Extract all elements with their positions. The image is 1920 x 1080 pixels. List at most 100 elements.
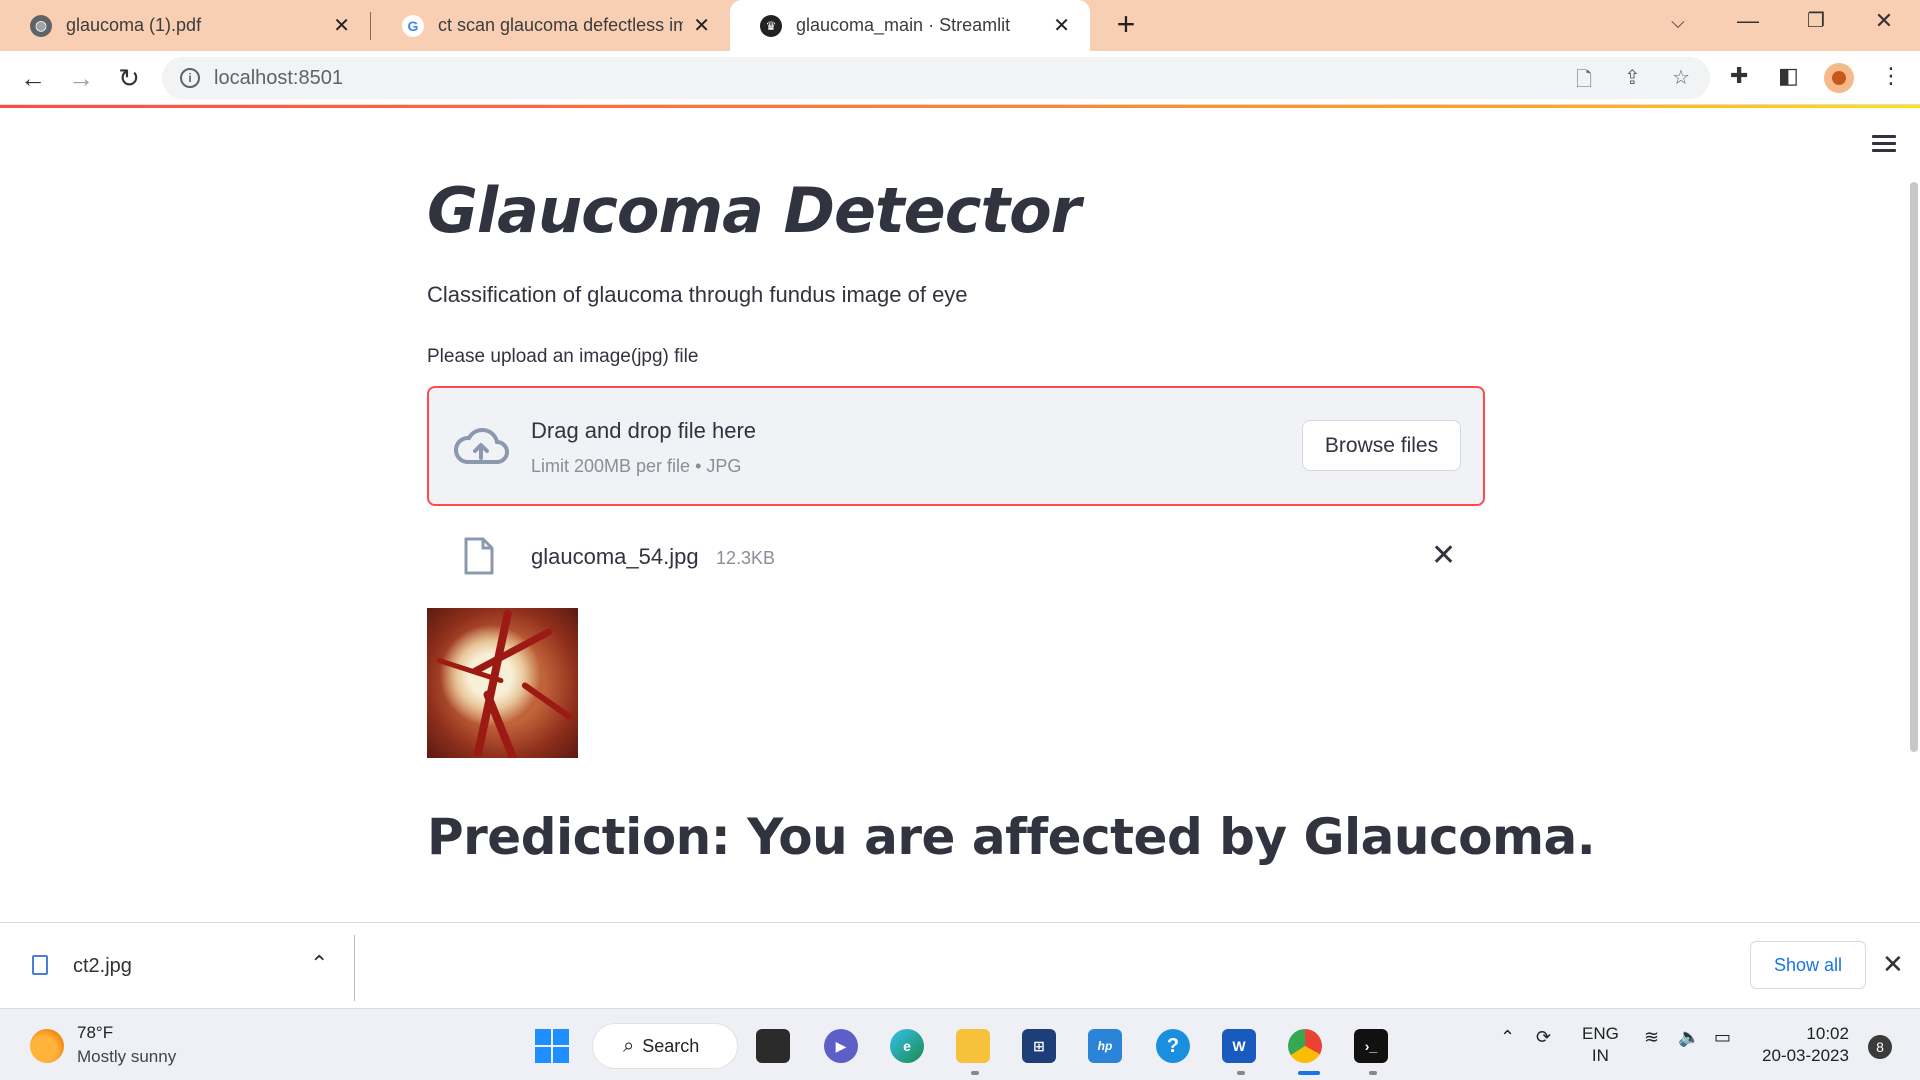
google-icon: G — [402, 14, 424, 37]
close-shelf-icon[interactable]: ✕ — [1882, 949, 1904, 980]
forward-arrow-icon[interactable]: → — [64, 61, 98, 95]
shelf-divider — [354, 935, 355, 1001]
browser-toolbar: ← → ↻ i localhost:8501 🗋 ⇪ ☆ ✚ ◧ ⋮ — [0, 51, 1920, 105]
running-indicator — [971, 1071, 979, 1075]
tab-glaucoma-pdf[interactable]: ◍ glaucoma (1).pdf ✕ — [0, 0, 370, 51]
tab-strip: ◍ glaucoma (1).pdf ✕ G ct scan glaucoma … — [0, 0, 1920, 51]
streamlit-top-decoration — [0, 105, 1920, 108]
microsoft-store-icon[interactable]: ⊞ — [1022, 1029, 1056, 1063]
wifi-icon[interactable]: ≋ — [1644, 1027, 1659, 1048]
close-window-icon[interactable]: ✕ — [1864, 8, 1904, 34]
file-explorer-icon[interactable] — [956, 1029, 990, 1063]
tab-search-chevron-icon[interactable]: ⌵ — [1658, 12, 1698, 33]
download-shelf: ct2.jpg ⌃ Show all ✕ — [0, 922, 1920, 1008]
notification-badge[interactable]: 8 — [1868, 1035, 1892, 1059]
myhp-icon[interactable]: hp — [1088, 1029, 1122, 1063]
streamlit-icon: ♛ — [760, 14, 782, 37]
remove-file-icon[interactable]: ✕ — [1431, 538, 1456, 573]
file-dropzone[interactable]: Drag and drop file here Limit 200MB per … — [427, 386, 1485, 506]
tab-google-search[interactable]: G ct scan glaucoma defectless imag ✕ — [372, 0, 730, 51]
search-icon: ⌕ — [623, 1034, 635, 1057]
close-tab-icon[interactable]: ✕ — [693, 13, 710, 38]
show-all-button[interactable]: Show all — [1750, 941, 1866, 989]
windows-start-icon[interactable] — [535, 1029, 569, 1063]
address-bar[interactable]: i localhost:8501 🗋 ⇪ ☆ — [162, 57, 1710, 99]
windows-taskbar: 78°F Mostly sunny ⌕ Search ▶ e ⊞ hp ? W … — [0, 1008, 1920, 1080]
running-indicator — [1369, 1071, 1377, 1075]
close-tab-icon[interactable]: ✕ — [333, 13, 350, 38]
minimize-icon[interactable]: — — [1728, 8, 1768, 34]
url-text: localhost:8501 — [214, 66, 343, 89]
chevron-up-icon[interactable]: ⌃ — [310, 951, 328, 977]
word-icon[interactable]: W — [1222, 1029, 1256, 1063]
page-title: Glaucoma Detector — [427, 174, 1081, 247]
dropzone-limit: Limit 200MB per file • JPG — [531, 456, 742, 476]
menu-line — [1872, 135, 1896, 138]
page-subtitle: Classification of glaucoma through fundu… — [427, 282, 968, 307]
bookmark-star-icon[interactable]: ☆ — [1672, 65, 1690, 90]
restore-icon[interactable]: ❐ — [1796, 8, 1836, 33]
search-label: Search — [642, 1035, 700, 1056]
new-tab-button[interactable]: + — [1106, 6, 1146, 43]
logo-pane — [553, 1029, 569, 1045]
file-icon — [464, 537, 494, 575]
logo-pane — [535, 1029, 551, 1045]
weather-condition[interactable]: Mostly sunny — [77, 1047, 176, 1067]
side-panel-icon[interactable]: ◧ — [1778, 63, 1799, 89]
profile-avatar[interactable] — [1824, 63, 1854, 93]
clock-time: 10:02 — [1806, 1024, 1849, 1043]
sync-icon[interactable]: ⟳ — [1536, 1027, 1551, 1048]
download-item-name[interactable]: ct2.jpg — [73, 955, 132, 978]
dropzone-instructions: Drag and drop file here — [531, 418, 757, 443]
site-info-icon[interactable]: i — [180, 68, 200, 88]
tab-streamlit[interactable]: ♛ glaucoma_main · Streamlit ✕ — [730, 0, 1090, 51]
uploaded-file-row: glaucoma_54.jpg 12.3KB ✕ — [427, 526, 1485, 586]
running-indicator — [1237, 1071, 1245, 1075]
volume-icon[interactable]: 🔈 — [1678, 1027, 1700, 1048]
back-arrow-icon[interactable]: ← — [16, 61, 50, 95]
weather-temperature[interactable]: 78°F — [77, 1023, 113, 1043]
menu-line — [1872, 149, 1896, 152]
share-icon[interactable]: ⇪ — [1624, 65, 1641, 90]
get-help-icon[interactable]: ? — [1156, 1029, 1190, 1063]
region-code: IN — [1591, 1046, 1609, 1065]
globe-icon: ◍ — [30, 14, 52, 37]
terminal-icon[interactable]: ›_ — [1354, 1029, 1388, 1063]
teams-chat-icon[interactable]: ▶ — [824, 1029, 858, 1063]
uploaded-file-name: glaucoma_54.jpg — [531, 544, 699, 569]
close-tab-icon[interactable]: ✕ — [1053, 13, 1070, 38]
weather-sun-icon[interactable] — [30, 1029, 64, 1063]
tab-title: glaucoma_main · Streamlit — [796, 15, 1011, 35]
extensions-puzzle-icon[interactable]: ✚ — [1730, 63, 1748, 89]
system-clock[interactable]: 10:02 20-03-2023 — [1762, 1023, 1849, 1067]
vessel — [470, 627, 554, 676]
task-view-icon[interactable] — [756, 1029, 790, 1063]
page-icon[interactable]: 🗋 — [1576, 65, 1592, 99]
avatar-head — [1832, 71, 1846, 85]
active-indicator — [1298, 1071, 1320, 1075]
cloud-upload-icon — [454, 427, 509, 464]
tab-title: ct scan glaucoma defectless imag — [438, 15, 684, 35]
reload-icon[interactable]: ↻ — [112, 61, 146, 95]
show-hidden-icons-chevron-icon[interactable]: ⌃ — [1500, 1027, 1515, 1048]
language-code: ENG — [1582, 1024, 1619, 1043]
vessel — [520, 681, 574, 721]
uploader-label: Please upload an image(jpg) file — [427, 346, 699, 367]
edge-browser-icon[interactable]: e — [890, 1029, 924, 1063]
input-language[interactable]: ENG IN — [1582, 1023, 1619, 1067]
page-scrollbar[interactable] — [1910, 182, 1918, 752]
fundus-image-preview — [427, 608, 578, 758]
tab-title: glaucoma (1).pdf — [66, 15, 202, 35]
logo-pane — [535, 1047, 551, 1063]
logo-pane — [553, 1047, 569, 1063]
taskbar-search[interactable]: ⌕ Search — [592, 1023, 738, 1069]
battery-icon[interactable]: ▭ — [1714, 1027, 1731, 1048]
browser-menu-icon[interactable]: ⋮ — [1880, 63, 1902, 89]
app-menu-icon[interactable] — [1872, 135, 1896, 156]
chrome-icon[interactable] — [1288, 1029, 1322, 1063]
image-file-icon — [32, 955, 48, 975]
prediction-result: Prediction: You are affected by Glaucoma… — [427, 808, 1596, 866]
browse-files-button[interactable]: Browse files — [1302, 420, 1461, 471]
uploaded-file-size: 12.3KB — [716, 548, 776, 568]
tab-divider — [370, 12, 371, 40]
